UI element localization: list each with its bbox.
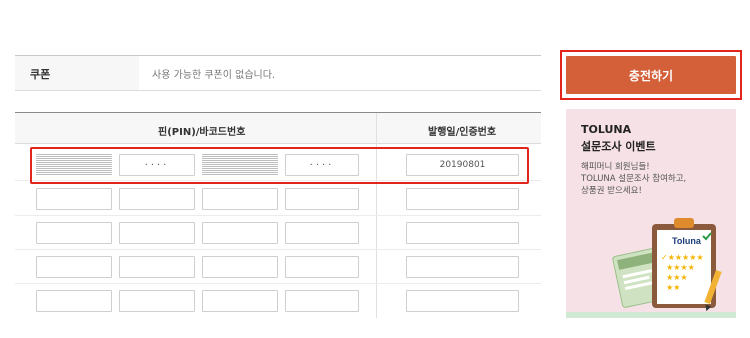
pin-field-3[interactable]	[202, 188, 278, 210]
issue-date-field[interactable]	[406, 188, 519, 210]
banner-subtitle: 해피머니 회원님들! TOLUNA 설문조사 참여하고, 상품권 받으세요!	[581, 161, 731, 197]
coupon-label: 쿠폰	[30, 68, 51, 81]
issue-date-field[interactable]	[406, 256, 519, 278]
pin-field-3[interactable]	[202, 222, 278, 244]
banner-subtitle-line: TOLUNA 설문조사 참여하고,	[581, 174, 687, 184]
row-divider	[15, 283, 541, 284]
pin-field-2[interactable]	[119, 188, 195, 210]
svg-text:★★★★: ★★★★	[661, 263, 695, 272]
pin-field-3[interactable]	[202, 256, 278, 278]
pin-field-1[interactable]	[36, 222, 112, 244]
highlight-box-first-row	[30, 147, 529, 184]
banner-title: 설문조사 이벤트	[581, 140, 656, 153]
banner-bottom-strip	[566, 312, 736, 318]
svg-text:★★★: ★★★	[661, 273, 688, 282]
issue-date-field[interactable]	[406, 222, 519, 244]
banner-subtitle-line: 상품권 받으세요!	[581, 186, 642, 196]
header-pin-barcode: 핀(PIN)/바코드번호	[158, 127, 246, 138]
charge-button[interactable]: 충전하기	[566, 56, 736, 94]
banner-brand: TOLUNA	[581, 123, 632, 136]
pin-field-3[interactable]	[202, 290, 278, 312]
pin-field-1[interactable]	[36, 256, 112, 278]
coupon-status-text: 사용 가능한 쿠폰이 없습니다.	[152, 70, 276, 81]
table-header-border	[15, 143, 541, 144]
pin-field-4[interactable]	[285, 290, 359, 312]
svg-text:★★: ★★	[661, 283, 680, 292]
coupon-bottom-border	[15, 90, 541, 91]
pin-field-4[interactable]	[285, 222, 359, 244]
pin-field-1[interactable]	[36, 188, 112, 210]
pin-field-1[interactable]	[36, 290, 112, 312]
row-divider	[15, 249, 541, 250]
pin-field-2[interactable]	[119, 256, 195, 278]
svg-text:✓★★★★★: ✓★★★★★	[661, 253, 704, 262]
header-issue-date: 발행일/인증번호	[428, 127, 497, 138]
clipboard-logo: Toluna	[672, 236, 702, 246]
survey-clipboard-illustration: Toluna ✓★★★★★ ★★★★ ★★★ ★★	[612, 218, 722, 312]
pin-field-4[interactable]	[285, 188, 359, 210]
row-divider	[15, 215, 541, 216]
pin-field-4[interactable]	[285, 256, 359, 278]
pin-field-2[interactable]	[119, 290, 195, 312]
banner-subtitle-line: 해피머니 회원님들!	[581, 162, 650, 172]
issue-date-field[interactable]	[406, 290, 519, 312]
pin-field-2[interactable]	[119, 222, 195, 244]
